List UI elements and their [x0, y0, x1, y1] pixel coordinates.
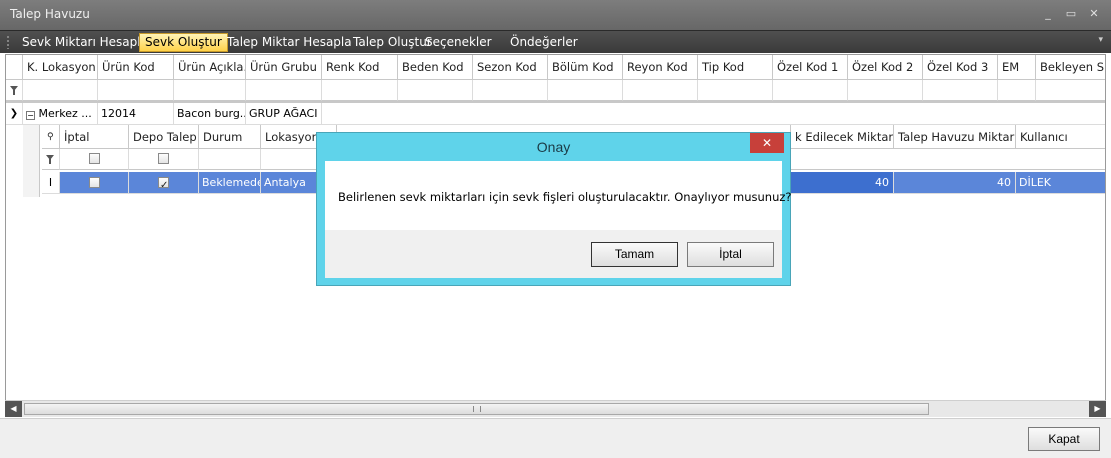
filter-cell[interactable] — [23, 80, 98, 101]
dialog-message: Belirlenen sevk miktarları için sevk fiş… — [338, 190, 792, 204]
checkbox-depo-talep[interactable] — [158, 175, 169, 193]
menu-secenekler[interactable]: Seçenekler — [420, 33, 497, 52]
window-title: Talep Havuzu — [10, 7, 90, 21]
table-row-rest[interactable] — [322, 103, 1105, 125]
collapse-icon[interactable]: − — [26, 111, 35, 120]
col-ozel-kod-2[interactable]: Özel Kod 2 — [848, 55, 923, 80]
filter-cell-iptal[interactable] — [60, 149, 129, 170]
dialog-close-icon[interactable]: ✕ — [750, 133, 784, 153]
col-sezon-kod[interactable]: Sezon Kod — [473, 55, 548, 80]
iptal-button[interactable]: İptal — [687, 242, 774, 267]
minimize-icon[interactable]: _ — [1040, 6, 1056, 22]
dialog-footer: Tamam İptal — [325, 230, 782, 278]
col-bolum-kod[interactable]: Bölüm Kod — [548, 55, 623, 80]
filter-cell[interactable] — [322, 80, 398, 101]
tamam-button[interactable]: Tamam — [591, 242, 678, 267]
col-renk-kod[interactable]: Renk Kod — [322, 55, 398, 80]
col-em[interactable]: EM — [998, 55, 1036, 80]
filter-cell[interactable] — [473, 80, 548, 101]
menu-sevk-miktari-hesapla[interactable]: Sevk Miktarı Hesapla — [17, 33, 153, 52]
filter-cell[interactable] — [98, 80, 174, 101]
col-beden-kod[interactable]: Beden Kod — [398, 55, 473, 80]
filter-cell[interactable] — [1036, 80, 1105, 101]
menu-bar: Sevk Miktarı Hesapla Sevk Oluştur Talep … — [0, 30, 1111, 53]
filter-icon — [46, 155, 54, 164]
filter-cell[interactable] — [923, 80, 998, 101]
filter-cell[interactable] — [848, 80, 923, 101]
filter-row-indicator[interactable] — [6, 80, 23, 101]
row-indicator-header — [6, 55, 23, 80]
close-icon[interactable]: ✕ — [1086, 6, 1102, 22]
table-row-cell-urun-kod[interactable]: 12014 — [98, 103, 174, 125]
col-tip-kod[interactable]: Tip Kod — [698, 55, 773, 80]
cell-durum[interactable]: Beklemede — [199, 172, 261, 194]
table-row-cell-lokasyon[interactable]: − Merkez ... — [23, 103, 98, 125]
filter-icon — [10, 86, 18, 95]
filter-checkbox-depo-talep[interactable] — [158, 153, 169, 164]
col-sevk-edilecek-miktar[interactable]: k Edilecek Miktar — [791, 125, 894, 149]
col-depo-talep[interactable]: Depo Talep — [129, 125, 199, 149]
detail-indent — [23, 125, 40, 197]
cell-kullanici[interactable]: DİLEK — [1016, 172, 1105, 194]
filter-cell[interactable] — [199, 149, 261, 170]
cell-depo-talep[interactable] — [129, 172, 199, 194]
scroll-left-icon[interactable]: ◀ — [5, 401, 22, 417]
col-ozel-kod-1[interactable]: Özel Kod 1 — [773, 55, 848, 80]
detail-filter-indicator[interactable] — [42, 149, 60, 170]
col-urun-grubu[interactable]: Ürün Grubu — [246, 55, 322, 80]
filter-cell[interactable] — [174, 80, 246, 101]
toolbar-grip-icon[interactable] — [6, 35, 10, 49]
horizontal-scrollbar[interactable]: ◀ ▶ — [5, 400, 1106, 417]
col-iptal[interactable]: İptal — [60, 125, 129, 149]
filter-cell[interactable] — [398, 80, 473, 101]
col-reyon-kod[interactable]: Reyon Kod — [623, 55, 698, 80]
col-ozel-kod-3[interactable]: Özel Kod 3 — [923, 55, 998, 80]
confirm-dialog: Onay ✕ Belirlenen sevk miktarları için s… — [316, 132, 792, 286]
cell-talep-havuzu-miktar[interactable]: 40 — [894, 172, 1016, 194]
menu-sevk-olustur[interactable]: Sevk Oluştur — [139, 33, 228, 52]
filter-cell-depo-talep[interactable] — [129, 149, 199, 170]
search-icon[interactable]: ⚲ — [42, 125, 60, 149]
filter-cell[interactable] — [773, 80, 848, 101]
col-urun-kod[interactable]: Ürün Kod — [98, 55, 174, 80]
dialog-body: Belirlenen sevk miktarları için sevk fiş… — [325, 161, 792, 230]
row-indicator-arrow-icon[interactable]: ❯ — [6, 103, 23, 125]
maximize-icon[interactable]: ▭ — [1063, 6, 1079, 22]
table-row-cell-urun-aciklama[interactable]: Bacon burg... — [174, 103, 246, 125]
menu-ondegerler[interactable]: Öndeğerler — [505, 33, 583, 52]
table-row-cell-urun-grubu[interactable]: GRUP AĞACI — [246, 103, 322, 125]
window-titlebar: Talep Havuzu _ ▭ ✕ — [0, 0, 1111, 30]
col-urun-aciklama[interactable]: Ürün Açıkla... — [174, 55, 246, 80]
bottom-bar: Kapat — [0, 418, 1111, 458]
dialog-title: Onay — [536, 139, 571, 155]
col-bekleyen-siparis[interactable]: Bekleyen Sipa — [1036, 55, 1105, 80]
col-talep-havuzu-miktar[interactable]: Talep Havuzu Miktar — [894, 125, 1016, 149]
cell-sevk-edilecek-miktar[interactable]: 40 — [791, 172, 894, 194]
cell-lokasyon-text: Merkez ... — [38, 107, 92, 120]
cell-iptal[interactable] — [60, 172, 129, 194]
filter-cell[interactable] — [246, 80, 322, 101]
kapat-button[interactable]: Kapat — [1028, 427, 1100, 451]
filter-checkbox-iptal[interactable] — [89, 153, 100, 164]
chevron-down-icon[interactable]: ▾ — [1098, 35, 1103, 45]
menu-talep-miktar-hesapla[interactable]: Talep Miktar Hesapla — [222, 33, 357, 52]
filter-cell[interactable] — [548, 80, 623, 101]
scroll-thumb[interactable] — [24, 403, 929, 415]
text-cursor-icon[interactable]: I — [42, 172, 60, 194]
filter-cell[interactable] — [623, 80, 698, 101]
col-k-lokasyon[interactable]: K. Lokasyon — [23, 55, 98, 80]
checkbox-iptal[interactable] — [89, 177, 100, 188]
scroll-right-icon[interactable]: ▶ — [1089, 401, 1106, 417]
col-durum[interactable]: Durum — [199, 125, 261, 149]
col-kullanici[interactable]: Kullanıcı — [1016, 125, 1105, 149]
filter-cell[interactable] — [698, 80, 773, 101]
thumb-grip-icon — [473, 406, 481, 412]
filter-cell[interactable] — [998, 80, 1036, 101]
